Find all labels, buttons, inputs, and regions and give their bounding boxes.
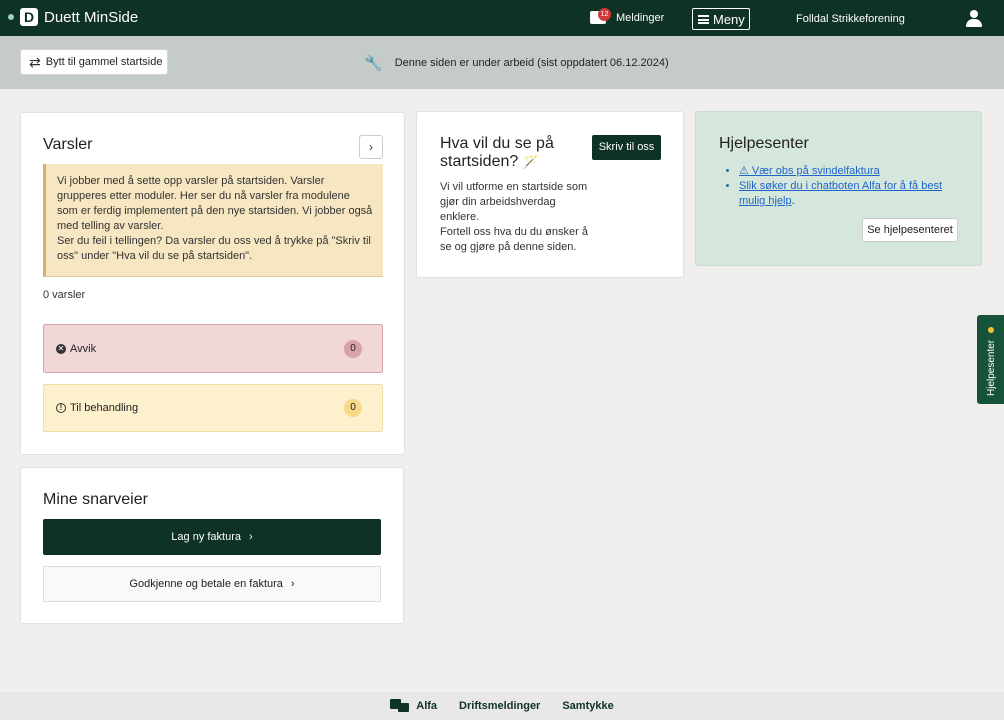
alerts-title: Varsler xyxy=(43,136,93,153)
chat-bubbles-icon xyxy=(390,699,412,713)
new-invoice-button[interactable]: Lag ny faktura › xyxy=(43,519,381,555)
messages-count-badge: 12 xyxy=(598,8,611,21)
help-center-title: Hjelpesenter xyxy=(719,135,809,152)
alert-count-badge: 0 xyxy=(344,340,362,358)
status-dot-icon xyxy=(8,14,14,20)
footer-consent-link[interactable]: Samtykke xyxy=(562,700,613,712)
messages-label: Meldinger xyxy=(616,12,665,24)
fraud-warning-link[interactable]: ⚠ Vær obs på svindelfaktura xyxy=(739,165,880,177)
alerts-count: 0 varsler xyxy=(43,289,86,301)
approve-pay-invoice-button[interactable]: Godkjenne og betale en faktura › xyxy=(43,566,381,602)
top-bar: D Duett MinSide 12 Meldinger Meny Follda… xyxy=(0,0,1004,36)
alerts-card: Varsler › Vi jobber med å sette opp vars… xyxy=(20,112,405,455)
side-tab-label: Hjelpesenter xyxy=(986,339,997,396)
alerts-info-paragraph-1: Vi jobber med å sette opp varsler på sta… xyxy=(57,175,373,232)
error-circle-icon: ✕ xyxy=(56,343,66,354)
open-help-center-button[interactable]: Se hjelpesenteret xyxy=(862,218,958,242)
footer-operations-link[interactable]: Driftsmeldinger xyxy=(459,700,540,712)
notice-status-text: Denne siden er under arbeid (sist oppdat… xyxy=(394,57,669,69)
magic-wand-icon: 🪄 xyxy=(522,154,539,169)
help-links-list: ⚠ Vær obs på svindelfaktura Slik søker d… xyxy=(739,164,969,209)
alert-row-til-behandling[interactable]: ! Til behandling 0 xyxy=(43,384,383,432)
exclamation-circle-icon: ! xyxy=(56,403,66,413)
new-invoice-label: Lag ny faktura xyxy=(171,531,242,543)
alert-count-badge: 0 xyxy=(344,399,362,417)
duett-logo-icon: D xyxy=(20,8,38,26)
footer-alfa-label: Alfa xyxy=(416,700,438,712)
feedback-card: Hva vil du se på startsiden? 🪄 Skriv til… xyxy=(416,111,684,278)
switch-startpage-label: Bytt til gammel startside xyxy=(45,56,163,68)
chevron-right-icon: › xyxy=(369,140,373,154)
swap-arrows-icon: ⇄ xyxy=(29,53,41,70)
alerts-expand-button[interactable]: › xyxy=(359,135,383,159)
messages-button[interactable]: 12 Meldinger xyxy=(590,8,665,27)
app-name: Duett MinSide xyxy=(44,8,139,26)
shortcuts-title: Mine snarveier xyxy=(43,491,148,508)
feedback-text-2: Fortell oss hva du du ønsker å se og gjø… xyxy=(440,226,588,253)
organization-name[interactable]: Folldal Strikkeforening xyxy=(796,13,905,25)
notification-dot-icon xyxy=(988,327,994,333)
switch-startpage-button[interactable]: ⇄ Bytt til gammel startside xyxy=(20,49,168,75)
wrench-icon: 🔧 xyxy=(364,55,383,72)
help-center-side-tab[interactable]: Hjelpesenter xyxy=(977,315,1004,404)
messages-icon: 12 xyxy=(590,8,611,27)
menu-label: Meny xyxy=(713,11,745,27)
write-to-us-button[interactable]: Skriv til oss xyxy=(592,135,661,160)
feedback-text: Vi vil utforme en startside som gjør din… xyxy=(440,180,590,255)
help-link-item: ⚠ Vær obs på svindelfaktura xyxy=(739,164,969,179)
alert-row-avvik[interactable]: ✕ Avvik 0 xyxy=(43,324,383,373)
link-suffix: . xyxy=(791,195,795,207)
alert-row-label: Til behandling xyxy=(70,402,139,414)
shortcuts-card: Mine snarveier Lag ny faktura › Godkjenn… xyxy=(20,467,404,624)
footer-alfa-link[interactable]: Alfa xyxy=(390,699,437,713)
alerts-info-paragraph-2: Ser du feil i tellingen? Da varsler du o… xyxy=(57,235,371,262)
approve-pay-invoice-label: Godkjenne og betale en faktura xyxy=(129,578,283,590)
menu-button[interactable]: Meny xyxy=(692,8,750,30)
notice-bar: ⇄ Bytt til gammel startside 🔧 Denne side… xyxy=(0,36,1004,89)
user-icon[interactable] xyxy=(964,9,984,29)
feedback-text-1: Vi vil utforme en startside som gjør din… xyxy=(440,181,588,223)
help-center-card: Hjelpesenter ⚠ Vær obs på svindelfaktura… xyxy=(695,111,982,266)
footer: Alfa Driftsmeldinger Samtykke xyxy=(0,692,1004,720)
brand[interactable]: D Duett MinSide xyxy=(8,8,138,26)
alert-row-label: Avvik xyxy=(70,342,97,355)
hamburger-icon xyxy=(698,14,709,24)
alerts-info-box: Vi jobber med å sette opp varsler på sta… xyxy=(43,164,383,277)
chevron-right-icon: › xyxy=(290,578,295,590)
feedback-title: Hva vil du se på startsiden? 🪄 xyxy=(440,135,580,171)
help-link-item: Slik søker du i chatboten Alfa for å få … xyxy=(739,179,969,209)
notice-status: 🔧 Denne siden er under arbeid (sist oppd… xyxy=(364,54,669,72)
chevron-right-icon: › xyxy=(249,531,253,543)
chatbot-help-link[interactable]: Slik søker du i chatboten Alfa for å få … xyxy=(739,180,942,207)
